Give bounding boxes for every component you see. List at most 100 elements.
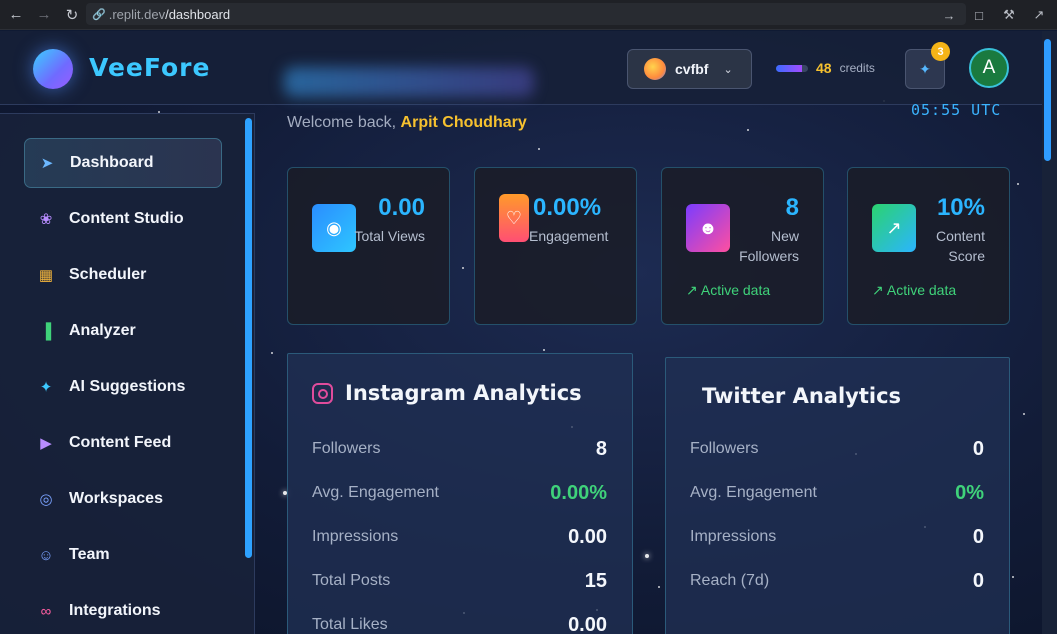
sidebar-item-content-feed[interactable]: ▶ Content Feed — [24, 418, 222, 468]
trending-up-icon: ↗ — [872, 282, 884, 298]
metric-value: 0.00% — [550, 482, 607, 504]
notifications-button[interactable]: ✦ 3 — [905, 42, 950, 89]
star-decoration — [271, 352, 273, 354]
sidebar-scrollbar[interactable] — [245, 118, 252, 558]
active-data-indicator: ↗ Active data — [686, 282, 770, 299]
rocket-icon: ➤ — [40, 155, 54, 172]
trending-up-icon: ↗ — [686, 282, 698, 298]
logo-icon[interactable] — [33, 49, 73, 89]
stat-label: New Followers — [739, 228, 799, 264]
reload-icon[interactable]: ↻ — [58, 1, 86, 29]
app-header: VeeFore cvfbf ⌄ 48 credits ✦ 3 A — [0, 31, 1042, 105]
bar-chart-icon: ▐ — [40, 322, 52, 340]
sidebar: ➤ Dashboard ❀ Content Studio ▦ Scheduler ▐ Anal… — [0, 113, 255, 634]
workspace-name: cvfbf — [675, 61, 709, 77]
active-data-label: Active data — [700, 282, 771, 298]
calendar-icon: ▦ — [38, 267, 54, 284]
heart-icon: ♡ — [499, 194, 529, 242]
metric-value: 15 — [584, 570, 607, 592]
external-link-icon[interactable]: ↗ — [1029, 7, 1049, 23]
share-arrow-icon[interactable]: → — [939, 8, 959, 23]
stat-label: Total Views — [354, 228, 425, 244]
sidebar-item-workspaces[interactable]: ◎ Workspaces — [24, 474, 222, 524]
instagram-icon — [312, 383, 333, 404]
page-scrollbar[interactable] — [1042, 31, 1057, 634]
stat-label: Engagement — [529, 228, 609, 244]
metric-label: Reach (7d) — [690, 572, 770, 589]
stat-card-engagement[interactable]: ♡ 0.00% Engagement — [474, 167, 637, 325]
metric-label: Total Likes — [312, 616, 388, 633]
stat-card-content-score[interactable]: ↗ 10% Content Score ↗ Active data — [847, 167, 1010, 325]
panel-title: Twitter Analytics — [702, 384, 902, 408]
star-decoration — [645, 554, 649, 558]
sidebar-item-integrations[interactable]: ∞ Integrations — [24, 586, 222, 634]
welcome-message: Welcome back, Arpit Choudhary — [287, 114, 527, 132]
link-icon: ∞ — [40, 602, 52, 620]
instagram-analytics-panel: Instagram Analytics Followers 8 Avg. Eng… — [287, 353, 633, 634]
credits-progress-fill — [776, 64, 802, 72]
stat-value: 0.00% — [533, 194, 602, 221]
welcome-prefix: Welcome back, — [287, 114, 397, 131]
sidebar-item-dashboard[interactable]: ➤ Dashboard — [24, 138, 222, 188]
blurred-header-title — [284, 67, 534, 97]
workspace-switcher[interactable]: cvfbf ⌄ — [627, 49, 752, 89]
stat-value: 0.00 — [378, 194, 425, 221]
page-scrollbar-thumb[interactable] — [1044, 39, 1051, 161]
sidebar-item-label: Integrations — [69, 602, 161, 619]
stat-card-views[interactable]: ◉ 0.00 Total Views — [287, 167, 450, 325]
sidebar-item-ai-suggestions[interactable]: ✦ AI Suggestions — [24, 362, 222, 412]
sidebar-item-label: Scheduler — [69, 266, 147, 283]
star-decoration — [1012, 576, 1014, 578]
panel-title: Instagram Analytics — [345, 381, 582, 405]
url-bar[interactable]: 🔗 .replit.dev /dashboard — [86, 3, 966, 25]
sidebar-item-label: Team — [69, 546, 110, 563]
sidebar-item-team[interactable]: ☺ Team — [24, 530, 222, 580]
stat-label: Content Score — [935, 228, 985, 264]
browser-toolbar: ← → ↻ 🔗 .replit.dev /dashboard → □ ⚒ ↗ — [0, 0, 1057, 30]
sparkles-icon: ✦ — [39, 379, 53, 396]
star-decoration — [747, 129, 749, 131]
globe-icon: ◎ — [39, 491, 53, 508]
sidebar-item-label: Analyzer — [69, 322, 136, 339]
active-data-label: Active data — [886, 282, 957, 298]
sidebar-item-analyzer[interactable]: ▐ Analyzer — [24, 306, 222, 356]
star-decoration — [1023, 413, 1025, 415]
user-avatar[interactable]: A — [969, 48, 1009, 88]
workspace-avatar — [644, 58, 666, 80]
metric-label: Impressions — [690, 528, 777, 545]
star-decoration — [543, 349, 545, 351]
forward-icon[interactable]: → — [30, 1, 58, 29]
metric-label: Impressions — [312, 528, 399, 545]
star-decoration — [462, 267, 464, 269]
url-path: /dashboard — [165, 6, 231, 22]
active-data-indicator: ↗ Active data — [872, 282, 956, 299]
brand-name[interactable]: VeeFore — [89, 53, 210, 82]
credits-indicator[interactable]: 48 credits — [776, 60, 875, 76]
metric-label: Avg. Engagement — [690, 484, 817, 501]
stat-value: 10% — [936, 194, 985, 221]
twitter-analytics-panel: Twitter Analytics Followers 0 Avg. Engag… — [665, 357, 1010, 634]
credits-progress-bar — [776, 64, 808, 72]
sidebar-item-label: Workspaces — [69, 490, 163, 507]
metric-label: Followers — [690, 440, 759, 457]
brain-icon: ❀ — [39, 211, 53, 228]
back-icon[interactable]: ← — [2, 1, 30, 29]
star-decoration — [538, 148, 540, 150]
users-icon: ☺ — [38, 546, 54, 564]
play-circle-icon: ▶ — [40, 435, 52, 452]
sidebar-item-label: Dashboard — [70, 154, 154, 171]
metric-value: 8 — [595, 438, 607, 460]
stat-card-followers[interactable]: ☻ 8 New Followers ↗ Active data — [661, 167, 824, 325]
utc-clock: 05:55 UTC — [911, 101, 1002, 119]
star-decoration — [658, 586, 660, 588]
metric-value: 0 — [972, 438, 984, 460]
metric-value: 0.00 — [568, 614, 607, 634]
url-domain: .replit.dev — [108, 6, 166, 22]
monitor-icon[interactable]: □ — [969, 8, 989, 23]
metric-label: Total Posts — [312, 572, 391, 589]
sidebar-item-content-studio[interactable]: ❀ Content Studio — [24, 194, 222, 244]
wrench-icon[interactable]: ⚒ — [999, 7, 1019, 23]
metric-label: Followers — [312, 440, 381, 457]
sidebar-item-scheduler[interactable]: ▦ Scheduler — [24, 250, 222, 300]
sidebar-item-label: Content Studio — [69, 210, 184, 227]
